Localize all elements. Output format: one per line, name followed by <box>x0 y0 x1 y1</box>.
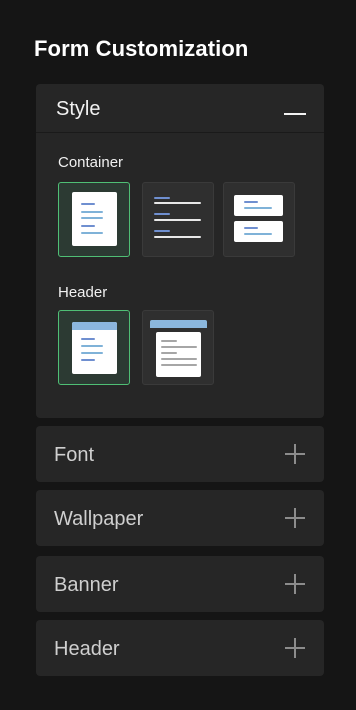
header-section-label: Header <box>54 638 120 660</box>
expand-plus-icon[interactable] <box>285 444 305 464</box>
floating-form-preview-icon <box>156 332 201 377</box>
header-bar-icon <box>150 320 207 328</box>
header-option-banner[interactable] <box>58 310 130 385</box>
expand-plus-icon[interactable] <box>285 574 305 594</box>
form-customization-panel: Form Customization Style Container Heade… <box>0 0 356 710</box>
header-section[interactable]: Header <box>36 620 324 676</box>
font-section[interactable]: Font <box>36 426 324 482</box>
style-section-header[interactable]: Style <box>36 84 324 133</box>
header-option-floating[interactable] <box>142 310 214 385</box>
expand-plus-icon[interactable] <box>285 508 305 528</box>
style-section-label: Style <box>56 98 101 120</box>
panel-title: Form Customization <box>34 36 249 61</box>
card-preview-icon <box>234 221 283 242</box>
header-label: Header <box>58 284 108 301</box>
banner-section-label: Banner <box>54 574 119 596</box>
container-option-centered-card[interactable] <box>58 182 130 257</box>
expand-plus-icon[interactable] <box>285 638 305 658</box>
collapse-minus-icon[interactable] <box>284 113 306 115</box>
wallpaper-section[interactable]: Wallpaper <box>36 490 324 546</box>
wallpaper-section-label: Wallpaper <box>54 508 144 530</box>
header-form-preview-icon <box>72 322 117 374</box>
card-preview-icon <box>234 195 283 216</box>
font-section-label: Font <box>54 444 95 466</box>
banner-section[interactable]: Banner <box>36 556 324 612</box>
container-option-full-width[interactable] <box>142 182 214 257</box>
form-preview-icon <box>72 192 117 246</box>
container-option-split-cards[interactable] <box>223 182 295 257</box>
container-label: Container <box>58 154 124 171</box>
style-section: Style Container Header <box>36 84 324 418</box>
